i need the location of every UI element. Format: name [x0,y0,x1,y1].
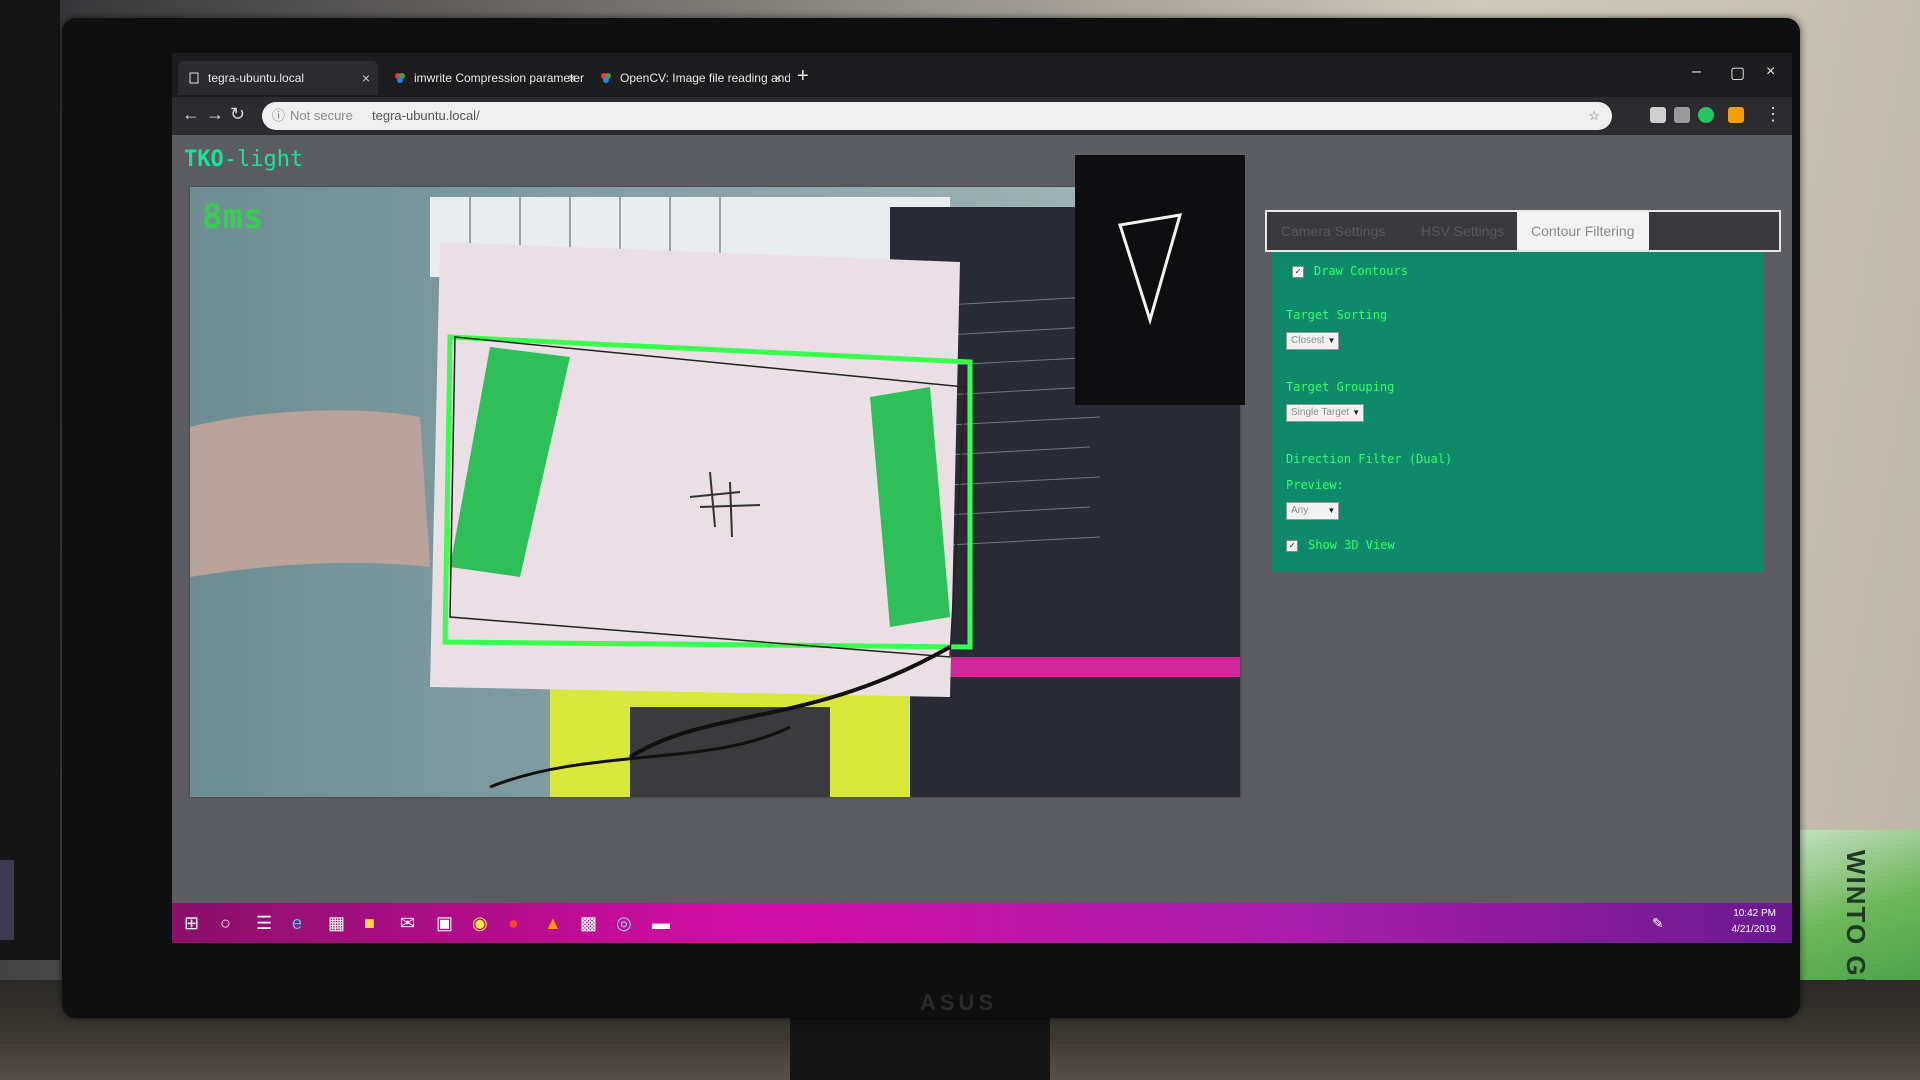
file-explorer-icon[interactable]: ■ [364,913,375,934]
dropdown-caret-icon: ▼ [1327,506,1336,515]
draw-contours-checkbox[interactable]: ✓ [1292,265,1304,278]
target-grouping-value: Single Target [1291,407,1350,418]
3d-preview [1075,155,1245,405]
target-sorting-value: Closest [1291,335,1325,346]
maximize-button[interactable]: ▢ [1730,63,1745,83]
monitor-bezel-bottom [172,943,1792,983]
extension-status-icon[interactable] [1698,107,1714,123]
search-circle-icon[interactable]: ○ [220,913,231,934]
monitor-brand: ASUS [920,990,998,1015]
fps-indicator: 8ms [202,197,264,237]
multicolor-logo-icon [395,73,405,83]
direction-filter-select[interactable]: Any ▼ [1286,502,1340,520]
tab-contour-filtering[interactable]: Contour Filtering [1517,212,1649,250]
logo-part2: -light [223,147,304,172]
left-monitor-screen [0,860,14,940]
page-icon [189,72,199,84]
tab-camera-settings[interactable]: Camera Settings [1267,212,1399,250]
tab-close-icon[interactable]: × [362,61,370,95]
edge-browser-icon[interactable]: e [292,913,302,934]
preview-label: Preview: [1286,478,1344,492]
monitor: ASUS tegra-ubuntu.local × imwrite Compre… [62,18,1800,1018]
system-clock[interactable]: 10:42 PM 4/21/2019 [1732,906,1777,938]
show-3d-row: ✓ Show 3D View [1286,538,1395,552]
browser-tab-3[interactable]: OpenCV: Image file reading and × [590,61,790,95]
back-arrow-icon[interactable]: ← [182,104,200,125]
windows-taskbar: ⊞ ○ ☰ e ▦ ■ ✉ ▣ ◉ ● ▲ ▩ ◎ ▬ ✎ 10:42 PM 4… [172,903,1792,943]
browser-tabstrip: tegra-ubuntu.local × imwrite Compression… [172,53,1792,97]
app-logo: TKO-light [184,147,303,172]
tab-title: imwrite Compression parameter [414,71,584,85]
store-icon[interactable]: ▣ [436,913,453,934]
chrome-icon[interactable]: ◉ [472,913,488,934]
tab-title: OpenCV: Image file reading and [620,71,790,85]
close-window-button[interactable]: × [1766,63,1775,81]
reload-icon[interactable]: ↻ [230,104,245,125]
url-text[interactable]: tegra-ubuntu.local/ [372,102,480,130]
target-grouping-row: Single Target ▼ [1286,404,1365,422]
app-globe-icon[interactable]: ◎ [616,913,632,934]
task-view-icon[interactable]: ☰ [256,913,272,934]
browser-tab-1[interactable]: tegra-ubuntu.local × [178,61,378,95]
direction-filter-label: Direction Filter (Dual) [1286,452,1453,466]
security-label: Not secure [290,108,353,123]
app-chat-icon[interactable]: ▬ [652,913,670,934]
mail-icon[interactable]: ✉ [400,913,415,934]
draw-contours-label: Draw Contours [1314,264,1408,278]
tray-pen-icon[interactable]: ✎ [1652,915,1664,932]
info-icon[interactable]: ⓘ [272,102,285,130]
clock-time: 10:42 PM [1733,908,1776,919]
direction-filter-row: Any ▼ [1286,502,1340,520]
target-sorting-label: Target Sorting [1286,308,1388,322]
calculator-icon[interactable]: ▦ [328,913,345,934]
browser-tab-2[interactable]: imwrite Compression parameter × [384,61,584,95]
page-content: TKO-light 8ms Camera Settings HSV Settin… [172,135,1792,903]
browser-toolbar: ← → ↻ ⓘ Not secure tegra-ubuntu.local/ ☆… [172,97,1792,135]
tab-title: tegra-ubuntu.local [208,71,305,85]
minimize-button[interactable]: – [1692,63,1701,81]
record-icon[interactable]: ● [508,913,519,934]
bookmark-star-icon[interactable]: ☆ [1588,102,1600,130]
menu-kebab-icon[interactable]: ⋮ [1764,104,1782,125]
draw-contours-row: ✓ Draw Contours [1292,264,1408,278]
forward-arrow-icon[interactable]: → [206,104,224,125]
tab-hsv-settings[interactable]: HSV Settings [1407,212,1518,250]
logo-part1: TKO [184,147,224,172]
windows-start-icon[interactable]: ⊞ [184,913,199,934]
direction-filter-value: Any [1291,505,1309,516]
extension-profile-icon[interactable] [1728,107,1744,123]
dropdown-caret-icon: ▼ [1352,408,1361,417]
orientation-triangle-icon [1118,213,1183,326]
address-bar[interactable]: ⓘ Not secure tegra-ubuntu.local/ ☆ [262,102,1612,130]
app-window-icon[interactable]: ▩ [580,913,597,934]
target-sorting-select[interactable]: Closest ▼ [1286,332,1340,350]
extension-help-icon[interactable] [1674,107,1690,123]
target-grouping-label: Target Grouping [1286,380,1395,394]
clock-date: 4/21/2019 [1731,924,1777,935]
tab-close-icon[interactable]: × [774,61,782,95]
target-sorting-row: Closest ▼ [1286,332,1340,350]
extension-icon[interactable] [1650,107,1666,123]
screen: tegra-ubuntu.local × imwrite Compression… [172,53,1792,983]
tab-close-icon[interactable]: × [568,61,576,95]
new-tab-button[interactable]: + [797,65,809,88]
app-flame-icon[interactable]: ▲ [544,913,562,934]
settings-tabs: Camera Settings HSV Settings Contour Fil… [1265,210,1781,252]
target-grouping-select[interactable]: Single Target ▼ [1286,404,1365,422]
multicolor-logo-icon [601,73,611,83]
show-3d-label: Show 3D View [1308,538,1395,552]
dropdown-caret-icon: ▼ [1327,336,1336,345]
show-3d-checkbox[interactable]: ✓ [1286,539,1298,552]
contour-filtering-panel: ✓ Draw Contours Target Sorting Closest ▼ T… [1272,252,1764,572]
left-monitor [0,0,60,960]
